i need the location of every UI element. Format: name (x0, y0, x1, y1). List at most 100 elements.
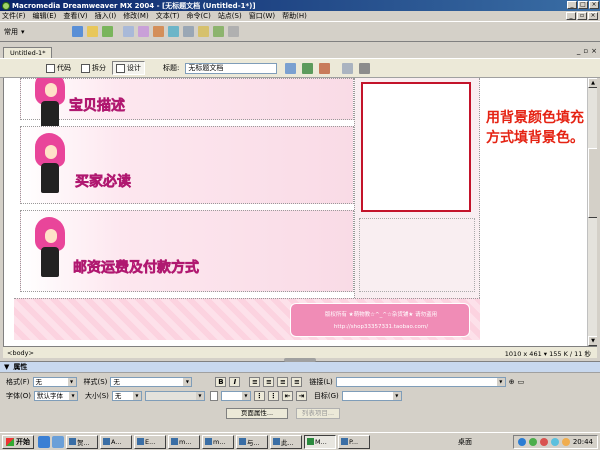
tag-chooser-icon[interactable] (228, 26, 239, 37)
justify-button[interactable]: ≡ (291, 377, 303, 387)
task-button-active[interactable]: M... (304, 434, 336, 449)
named-anchor-icon[interactable] (102, 26, 113, 37)
menu-help[interactable]: 帮助(H) (282, 11, 307, 21)
tab-untitled-1[interactable]: Untitled-1* (3, 47, 53, 58)
task-button[interactable]: E... (134, 434, 166, 449)
section-banner-buyer-notice[interactable]: 买家必读 (20, 126, 354, 204)
maximize-button[interactable]: □ (578, 1, 588, 9)
align-right-button[interactable]: ≡ (277, 377, 289, 387)
menu-view[interactable]: 查看(V) (63, 11, 87, 21)
size-select[interactable]: 无 (111, 391, 142, 401)
task-button[interactable]: 此... (270, 434, 302, 449)
antivirus-icon[interactable] (528, 438, 537, 446)
refresh-icon[interactable] (342, 62, 354, 74)
network-icon[interactable] (517, 438, 526, 446)
clock[interactable]: 20:44 (573, 438, 593, 446)
file-management-icon[interactable] (285, 62, 297, 74)
footer-row[interactable]: 版权所有 ★萌物教☆^_^☆杂货铺★ 请勿盗用 http://shop33357… (14, 298, 480, 340)
desktop-toolbar-label[interactable]: 桌面 (458, 437, 472, 447)
align-center-button[interactable]: ≡ (263, 377, 275, 387)
minimize-button[interactable]: _ (567, 1, 577, 9)
design-view-button[interactable]: 设计 (112, 61, 145, 75)
task-button[interactable]: A... (100, 434, 132, 449)
task-button[interactable]: 与... (236, 434, 268, 449)
font-select[interactable]: 默认字体 (33, 391, 78, 401)
template-icon[interactable] (213, 26, 224, 37)
menu-file[interactable]: 文件(F) (2, 11, 26, 21)
volume-icon[interactable] (561, 438, 570, 446)
window-size-readout[interactable]: 1010 x 461 ▾ 155 K / 11 秒 (505, 348, 591, 358)
sidebar-lower-cell[interactable] (359, 218, 475, 292)
size-unit-select[interactable] (144, 391, 205, 401)
style-select[interactable]: 无 (110, 377, 193, 387)
doc-minimize-button[interactable]: _ (566, 12, 576, 20)
menu-text[interactable]: 文本(T) (156, 11, 180, 21)
page-properties-button[interactable]: 页面属性... (226, 408, 288, 419)
point-to-file-icon[interactable]: ⊕ (509, 378, 515, 386)
section-banner-shipping-payment[interactable]: 邮资运费及付款方式 (20, 210, 354, 292)
selected-cell[interactable] (361, 82, 471, 212)
vertical-scrollbar[interactable]: ▲ ▼ (587, 78, 597, 346)
scroll-down-icon[interactable]: ▼ (588, 336, 597, 346)
properties-panel-header[interactable]: ▼ 属性 (0, 362, 600, 373)
scrollbar-thumb[interactable] (588, 148, 597, 218)
security-icon[interactable] (539, 438, 548, 446)
list-item-button[interactable]: 列表项目... (296, 408, 340, 419)
target-select[interactable] (341, 391, 402, 401)
folder-icon[interactable]: ▭ (518, 378, 525, 386)
doc-close-button[interactable]: × (588, 12, 598, 20)
menu-modify[interactable]: 修改(M) (123, 11, 149, 21)
code-view-button[interactable]: 代码 (42, 61, 75, 75)
close-button[interactable]: × (589, 1, 599, 9)
insert-category-dropdown[interactable]: 常用 ▾ (4, 27, 64, 37)
sidebar-column[interactable] (354, 78, 480, 298)
view-options-icon[interactable] (359, 62, 371, 74)
doc-tab-restore-button[interactable]: ▫ (583, 47, 588, 55)
menu-commands[interactable]: 命令(C) (186, 11, 210, 21)
menu-window[interactable]: 窗口(W) (249, 11, 275, 21)
messenger-icon[interactable] (550, 438, 559, 446)
ordered-list-button[interactable]: ⋮ (267, 391, 279, 401)
start-button[interactable]: 开始 (2, 434, 34, 449)
table-icon[interactable] (123, 26, 134, 37)
doc-tab-minimize-button[interactable]: _ (577, 47, 581, 55)
hyperlink-icon[interactable] (72, 26, 83, 37)
media-icon[interactable] (168, 26, 179, 37)
task-button[interactable]: P... (338, 434, 370, 449)
design-canvas[interactable]: 宝贝描述 买家必读 邮资运费及付款方式 版权所有 ★萌物教☆^_^☆杂货铺★ 请… (3, 78, 597, 346)
menu-insert[interactable]: 插入(I) (95, 11, 117, 21)
ie-icon[interactable] (38, 435, 50, 448)
indent-button[interactable]: ⇥ (295, 391, 307, 401)
doc-restore-button[interactable]: ▫ (577, 12, 587, 20)
document-tab-controls: _ ▫ × (577, 47, 597, 55)
text-color-input[interactable] (220, 391, 251, 401)
doc-tab-close-button[interactable]: × (591, 47, 597, 55)
task-button[interactable]: m... (202, 434, 234, 449)
menu-site[interactable]: 站点(S) (218, 11, 242, 21)
italic-button[interactable]: I (229, 377, 241, 387)
scroll-up-icon[interactable]: ▲ (588, 78, 597, 88)
insert-bar: 常用 ▾ (0, 22, 600, 42)
debug-icon[interactable] (319, 62, 331, 74)
show-desktop-icon[interactable] (52, 435, 64, 448)
date-icon[interactable] (183, 26, 194, 37)
split-view-button[interactable]: 拆分 (77, 61, 110, 75)
image-icon[interactable] (153, 26, 164, 37)
email-link-icon[interactable] (87, 26, 98, 37)
unordered-list-button[interactable]: ⋮ (253, 391, 265, 401)
comment-icon[interactable] (198, 26, 209, 37)
task-button[interactable]: m... (168, 434, 200, 449)
menu-edit[interactable]: 编辑(E) (33, 11, 57, 21)
format-select[interactable]: 无 (32, 377, 77, 387)
task-button[interactable]: 贺... (66, 434, 98, 449)
preview-browser-icon[interactable] (302, 62, 314, 74)
page-title-input[interactable] (185, 62, 278, 74)
section-banner-description[interactable]: 宝贝描述 (20, 78, 354, 131)
bold-button[interactable]: B (215, 377, 227, 387)
align-left-button[interactable]: ≡ (249, 377, 261, 387)
layer-icon[interactable] (138, 26, 149, 37)
outdent-button[interactable]: ⇤ (281, 391, 293, 401)
tag-selector-body[interactable]: <body> (7, 349, 34, 357)
text-color-swatch[interactable] (209, 391, 218, 401)
link-input[interactable] (335, 377, 506, 387)
